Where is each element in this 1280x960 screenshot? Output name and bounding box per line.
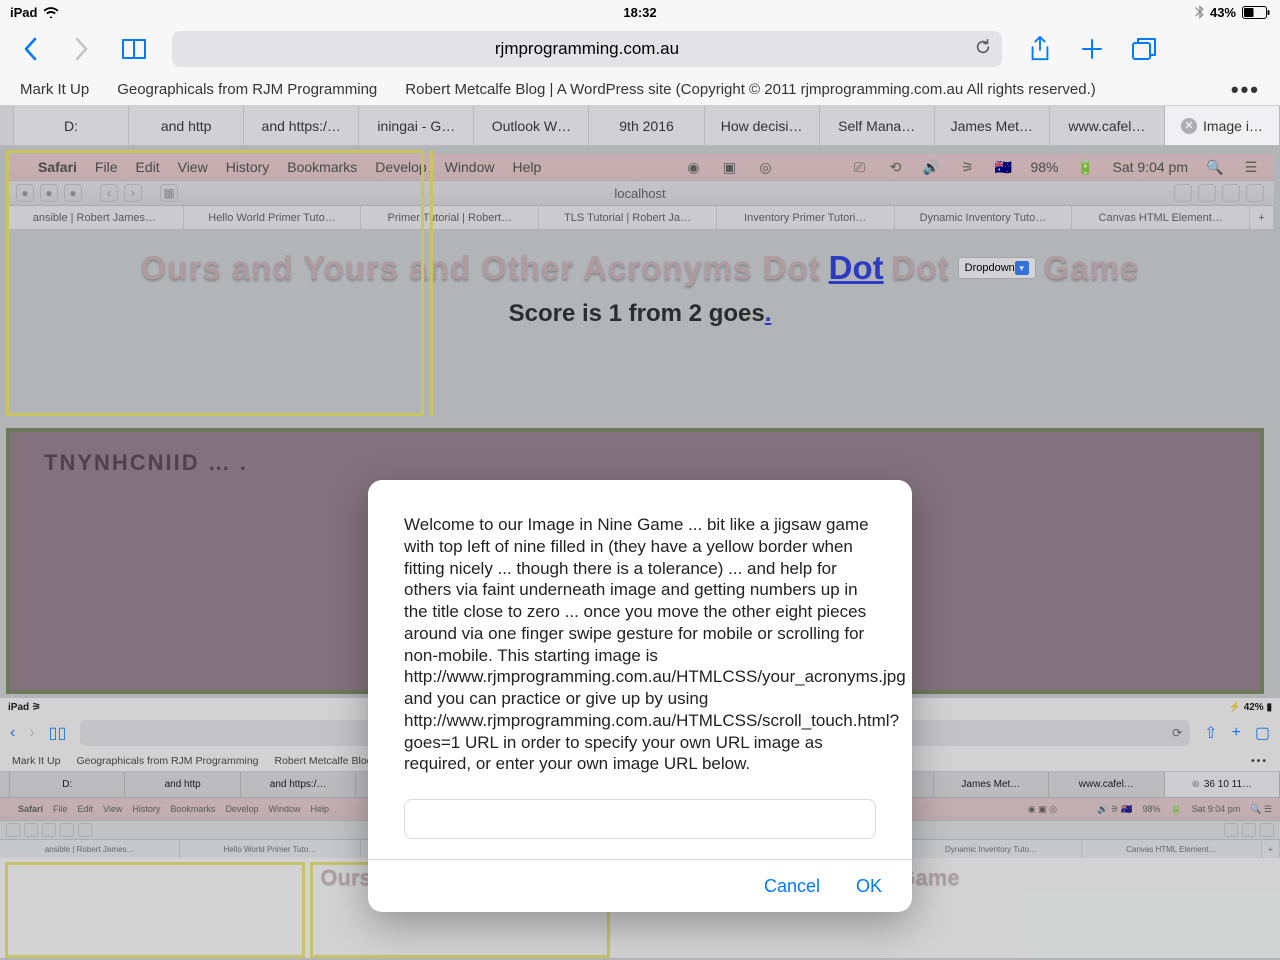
wifi-icon: ⚞ bbox=[958, 159, 976, 176]
forward-button[interactable] bbox=[68, 35, 96, 63]
reload-icon: ⟳ bbox=[1172, 726, 1182, 740]
menu-extra-icon: ◎ bbox=[756, 159, 774, 176]
tab-stub[interactable] bbox=[0, 106, 14, 145]
battery-icon bbox=[1242, 6, 1270, 19]
tile-divider bbox=[430, 150, 433, 416]
bookmarks-bar: Mark It Up Geographicals from RJM Progra… bbox=[0, 74, 1280, 106]
bluetooth-icon bbox=[1195, 5, 1204, 19]
tab[interactable]: James Met… bbox=[935, 106, 1050, 145]
bookmarks-more-icon[interactable]: ••• bbox=[1231, 77, 1260, 103]
tab[interactable]: and http bbox=[129, 106, 244, 145]
ok-button[interactable]: OK bbox=[856, 876, 882, 897]
search-icon: 🔍 bbox=[1206, 159, 1224, 176]
share-button[interactable] bbox=[1026, 35, 1054, 63]
alert-message: Welcome to our Image in Nine Game ... bi… bbox=[368, 480, 912, 791]
tab[interactable]: www.cafel… bbox=[1050, 106, 1165, 145]
ios-status-bar: iPad 18:32 43% bbox=[0, 0, 1280, 24]
javascript-prompt-dialog: Welcome to our Image in Nine Game ... bi… bbox=[368, 480, 912, 912]
tile-top-left[interactable] bbox=[6, 150, 424, 416]
mac-menu-item: Window bbox=[445, 159, 495, 175]
mac-clock: Sat 9:04 pm bbox=[1113, 159, 1189, 175]
mac-battery-pct: 98% bbox=[1030, 159, 1058, 175]
tab[interactable]: and https:/… bbox=[244, 106, 359, 145]
alert-input[interactable] bbox=[404, 799, 876, 839]
tab-strip: D: and http and https:/… iningai - G… Ou… bbox=[0, 106, 1280, 146]
forward-icon: › bbox=[29, 724, 34, 742]
device-label: iPad bbox=[10, 5, 37, 20]
plus-icon: + bbox=[1232, 724, 1241, 742]
tile-frame bbox=[5, 862, 305, 958]
safari-toolbar: rjmprogramming.com.au bbox=[0, 24, 1280, 74]
url-text: rjmprogramming.com.au bbox=[495, 39, 679, 59]
menu-extra-icon: ◉ bbox=[684, 159, 702, 176]
back-button[interactable] bbox=[16, 35, 44, 63]
back-icon: ‹ bbox=[10, 724, 15, 742]
tab[interactable]: iningai - G… bbox=[359, 106, 474, 145]
tabs-icon: ▢ bbox=[1255, 723, 1270, 743]
battery-icon: 🔋 bbox=[1077, 159, 1095, 176]
bookmark-item[interactable]: Mark It Up bbox=[20, 81, 89, 98]
hero-text-tail: Dot bbox=[892, 249, 950, 287]
bookmark-item[interactable]: Geographicals from RJM Programming bbox=[117, 81, 377, 98]
cancel-button[interactable]: Cancel bbox=[764, 876, 820, 897]
chevron-down-icon: ▾ bbox=[1015, 261, 1029, 275]
volume-icon: 🔊 bbox=[922, 159, 940, 176]
bookmarks-button[interactable] bbox=[120, 35, 148, 63]
share-icon: ⇧ bbox=[1204, 723, 1217, 743]
score-dot-link[interactable]: . bbox=[765, 300, 772, 327]
tile-middle-text: TNYNHCNIID … . bbox=[44, 450, 248, 476]
tab[interactable]: D: bbox=[14, 106, 129, 145]
bookmarks-icon: ▯▯ bbox=[49, 723, 67, 743]
page-content: Safari File Edit View History Bookmarks … bbox=[0, 146, 1280, 960]
display-icon: ⎚ bbox=[850, 159, 868, 176]
mac-tab-add: + bbox=[1250, 206, 1274, 229]
timemachine-icon: ⟲ bbox=[886, 159, 904, 176]
mac-url-text: localhost bbox=[614, 186, 665, 201]
mac-menu-item: Help bbox=[512, 159, 541, 175]
hero-link[interactable]: Dot bbox=[829, 249, 884, 287]
flag-icon: 🇦🇺 bbox=[994, 159, 1012, 176]
battery-percent: 43% bbox=[1210, 5, 1236, 20]
bookmark-item[interactable]: Robert Metcalfe Blog | A WordPress site … bbox=[405, 81, 1096, 98]
close-icon[interactable]: ✕ bbox=[1181, 118, 1197, 134]
wifi-icon bbox=[43, 6, 59, 18]
menu-extra-icon: ▣ bbox=[720, 159, 738, 176]
reload-icon[interactable] bbox=[974, 38, 992, 61]
clock: 18:32 bbox=[623, 5, 656, 20]
hero-text-right: Game bbox=[1044, 249, 1140, 287]
mac-tab: TLS Tutorial | Robert Ja… bbox=[539, 206, 717, 229]
hero-dropdown[interactable]: Dropdown▾ bbox=[958, 257, 1036, 279]
mac-tab: Inventory Primer Tutori… bbox=[717, 206, 895, 229]
tab[interactable]: Self Mana… bbox=[820, 106, 935, 145]
tab-active[interactable]: ✕Image i… bbox=[1165, 106, 1280, 145]
tabs-button[interactable] bbox=[1130, 35, 1158, 63]
new-tab-button[interactable] bbox=[1078, 35, 1106, 63]
mac-tab: Dynamic Inventory Tuto… bbox=[895, 206, 1073, 229]
tab[interactable]: Outlook W… bbox=[474, 106, 589, 145]
mac-tab: Canvas HTML Element… bbox=[1072, 206, 1250, 229]
tab[interactable]: How decisi… bbox=[705, 106, 820, 145]
tab[interactable]: 9th 2016 bbox=[589, 106, 704, 145]
list-icon: ☰ bbox=[1242, 159, 1260, 176]
mac-right-tools bbox=[1174, 184, 1264, 202]
url-bar[interactable]: rjmprogramming.com.au bbox=[172, 31, 1002, 67]
